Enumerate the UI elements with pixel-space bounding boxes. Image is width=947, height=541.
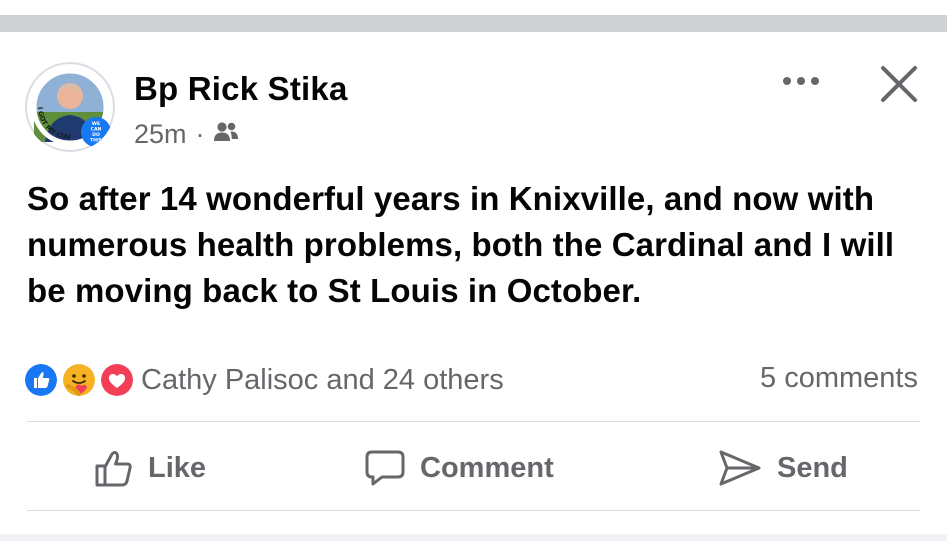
more-horizontal-icon (783, 77, 819, 85)
comments-count[interactable]: 5 comments (760, 362, 918, 395)
meta-separator: · (195, 118, 205, 149)
comment-label: Comment (420, 451, 554, 484)
close-icon (881, 66, 917, 102)
avatar-badge-line-1: WE (92, 121, 100, 127)
close-button[interactable] (878, 63, 920, 105)
reactions-summary[interactable]: Cathy Palisoc and 24 others (25, 360, 504, 400)
post-timestamp[interactable]: 25m (134, 119, 187, 150)
care-reaction-icon (63, 364, 95, 396)
divider (27, 510, 920, 511)
post-text: So after 14 wonderful years in Knixville… (27, 180, 895, 309)
send-label: Send (777, 451, 848, 484)
comment-bubble-icon (365, 450, 405, 486)
avatar[interactable]: I GOT MY COVID-19 VACCINE WE CAN DO THIS (25, 62, 115, 152)
reactions-names[interactable]: Cathy Palisoc and 24 others (141, 364, 504, 397)
divider (27, 421, 920, 422)
bottom-separator (0, 534, 947, 541)
comment-button[interactable]: Comment (364, 443, 554, 493)
send-icon (719, 450, 761, 486)
send-button[interactable]: Send (717, 443, 848, 493)
friends-icon[interactable] (213, 119, 239, 150)
avatar-badge-line-2: CAN (91, 127, 102, 133)
like-reaction-icon (25, 364, 57, 396)
love-reaction-icon (101, 364, 133, 396)
post-meta: 25m · (134, 116, 239, 152)
reaction-icons (25, 360, 135, 400)
avatar-badge-line-3: DO (92, 132, 100, 138)
more-options-button[interactable] (781, 66, 821, 96)
author-name[interactable]: Bp Rick Stika (134, 70, 348, 108)
top-separator (0, 0, 947, 32)
avatar-image: I GOT MY COVID-19 VACCINE WE CAN DO THIS (25, 62, 115, 152)
avatar-badge-line-4: THIS (90, 138, 102, 144)
like-button[interactable]: Like (94, 443, 206, 493)
like-label: Like (148, 451, 207, 484)
thumbs-up-icon (95, 451, 132, 487)
